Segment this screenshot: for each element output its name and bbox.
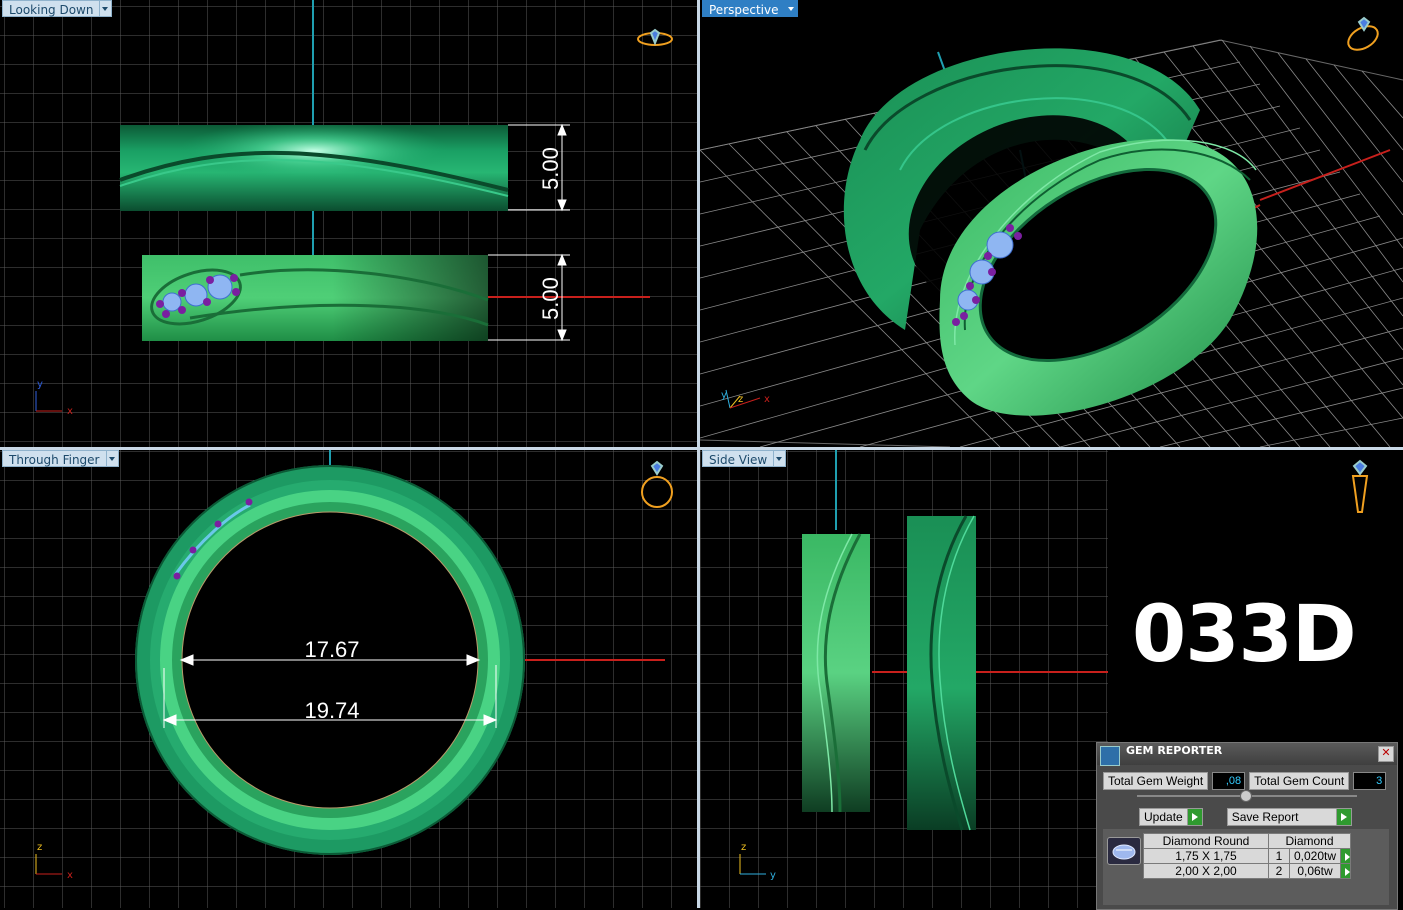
viewport-name[interactable]: Perspective: [702, 0, 786, 17]
gem-size: 2,00 X 2,00: [1143, 863, 1269, 879]
gem-count: 1: [1268, 848, 1290, 864]
gem-reporter-titlebar[interactable]: GEM REPORTER ✕: [1097, 743, 1397, 766]
viewport-label-perspective[interactable]: Perspective: [702, 0, 798, 17]
viewport-perspective[interactable]: y z x Perspective: [700, 0, 1403, 447]
gem-cut-header: Diamond Round: [1143, 833, 1269, 849]
axis-y-label: y: [770, 870, 776, 881]
gem-list: Diamond Round Diamond 1,75 X 1,75 1 0,02…: [1103, 829, 1389, 905]
through-finger-scene: 17.67 19.74 z x: [0, 450, 697, 908]
viewport-splitter-horizontal[interactable]: [0, 447, 1403, 450]
viewport-label-side-view[interactable]: Side View: [702, 450, 787, 467]
axis-y-label: y: [721, 390, 727, 401]
ring-side-icon: [1351, 459, 1369, 513]
dimension-outer-diameter: 19.74: [304, 698, 359, 723]
gem-reporter-logo-icon: [1100, 746, 1120, 766]
total-gem-count-value: 3: [1353, 772, 1387, 790]
save-report-button[interactable]: Save Report: [1226, 808, 1352, 826]
viewport-dropdown-icon[interactable]: [785, 0, 798, 17]
viewport-splitter-vertical[interactable]: [697, 0, 700, 908]
play-icon[interactable]: [1336, 808, 1352, 826]
axis-z-label: z: [37, 842, 42, 853]
play-icon[interactable]: [1340, 848, 1351, 864]
gem-reporter-title: GEM REPORTER: [1126, 744, 1223, 757]
gem-count: 2: [1268, 863, 1290, 879]
dimension-inner-diameter: 17.67: [304, 637, 359, 662]
axis-x-label: x: [764, 394, 770, 405]
viewport-through-finger[interactable]: 17.67 19.74 z x Through Finger: [0, 450, 697, 908]
gem-material-header: Diamond: [1268, 833, 1351, 849]
play-icon[interactable]: [1340, 863, 1351, 879]
viewport-name[interactable]: Looking Down: [2, 0, 101, 17]
viewport-name[interactable]: Side View: [702, 450, 775, 467]
ring-perspective-icon: [1347, 16, 1379, 51]
gem-weight: 0,020tw: [1289, 848, 1341, 864]
dimension-upper-height: 5.00: [538, 147, 563, 190]
looking-down-scene: 5.00 5.00 y x: [0, 0, 697, 447]
viewport-dropdown-icon[interactable]: [106, 450, 119, 467]
gem-size: 1,75 X 1,75: [1143, 848, 1269, 864]
table-row[interactable]: 1,75 X 1,75 1 0,020tw: [1143, 848, 1351, 864]
update-button-label: Update: [1139, 808, 1188, 826]
total-gem-weight-label: Total Gem Weight: [1103, 772, 1209, 790]
axis-x-label: x: [67, 406, 73, 417]
axis-x-label: x: [67, 870, 73, 881]
total-gem-weight-value: ,08: [1212, 772, 1246, 790]
table-header-row: Diamond Round Diamond: [1143, 833, 1351, 849]
viewport-looking-down[interactable]: 5.00 5.00 y x Looking Down: [0, 0, 697, 447]
perspective-scene: y z x: [700, 16, 1403, 447]
viewport-name[interactable]: Through Finger: [2, 450, 107, 467]
viewport-label-looking-down[interactable]: Looking Down: [2, 0, 113, 17]
table-row[interactable]: 2,00 X 2,00 2 0,06tw: [1143, 863, 1351, 879]
axis-y-label: y: [37, 379, 43, 390]
close-icon[interactable]: ✕: [1378, 746, 1394, 762]
panel-slider[interactable]: [1137, 790, 1357, 802]
update-button[interactable]: Update: [1139, 808, 1203, 826]
save-report-button-label: Save Report: [1226, 808, 1337, 826]
gem-weight: 0,06tw: [1289, 863, 1341, 879]
play-icon[interactable]: [1187, 808, 1203, 826]
viewport-label-through-finger[interactable]: Through Finger: [2, 450, 119, 467]
total-gem-count-label: Total Gem Count: [1249, 772, 1350, 790]
diamond-icon: [1107, 837, 1141, 865]
model-code: 033D: [1132, 590, 1357, 680]
gem-table: Diamond Round Diamond 1,75 X 1,75 1 0,02…: [1143, 833, 1351, 879]
viewport-dropdown-icon[interactable]: [100, 0, 113, 17]
axis-z-label: z: [738, 394, 743, 405]
axis-z-label: z: [741, 842, 746, 853]
slider-knob[interactable]: [1240, 790, 1252, 802]
gem-reporter-panel: GEM REPORTER ✕ Total Gem Weight ,08 Tota…: [1096, 742, 1398, 910]
viewport-dropdown-icon[interactable]: [774, 450, 787, 467]
dimension-lower-height: 5.00: [538, 277, 563, 320]
